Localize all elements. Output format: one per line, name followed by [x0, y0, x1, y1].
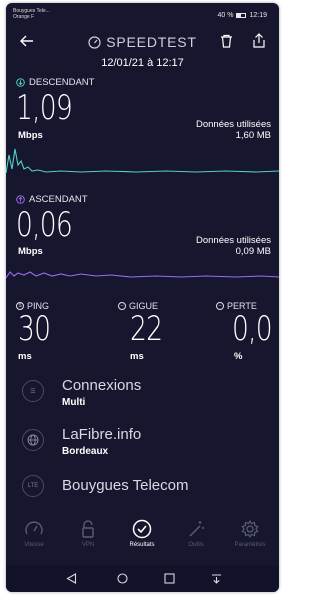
loss-value: 0,0: [232, 309, 273, 349]
nav-settings-label: Paramètres: [234, 542, 266, 548]
loss-unit: %: [234, 351, 243, 362]
nav-results[interactable]: Résultats: [115, 519, 169, 548]
jitter-value: 22: [130, 309, 163, 349]
speedometer-icon: [25, 521, 43, 535]
bottom-navigation: Vitesse VPN Résultats Outils Paramètres: [6, 519, 279, 564]
nav-speed[interactable]: Vitesse: [7, 519, 61, 548]
download-data-value: 1,60 MB: [235, 130, 271, 141]
battery-icon: [236, 13, 247, 18]
globe-icon: [22, 429, 44, 451]
provider-name: Bouygues Telecom: [62, 477, 189, 494]
system-notifications-icon[interactable]: [211, 573, 222, 584]
clock: 12:19: [249, 12, 267, 19]
upload-data-label: Données utilisées: [196, 235, 271, 246]
download-value: 1,09: [16, 88, 73, 128]
nav-settings[interactable]: Paramètres: [223, 519, 277, 548]
download-graph: [6, 148, 279, 174]
system-home-icon[interactable]: [117, 573, 128, 584]
server-location: Bordeaux: [62, 446, 109, 457]
battery-percent: 40 %: [217, 12, 234, 19]
check-circle-icon: [132, 519, 152, 539]
system-recents-icon[interactable]: [164, 573, 175, 584]
upload-graph: [6, 271, 279, 279]
trash-icon: [221, 34, 232, 48]
gear-icon: [241, 519, 259, 539]
lte-badge: LTE: [22, 475, 44, 497]
globe-icon-graphic: [27, 434, 39, 446]
loss-icon: –: [216, 302, 224, 310]
status-carrier: Bouygues Tele... Orange F: [13, 8, 50, 20]
nav-tools[interactable]: Outils: [169, 519, 223, 548]
nav-tools-label: Outils: [188, 542, 204, 548]
download-label-text: DESCENDANT: [29, 77, 95, 88]
download-label: DESCENDANT: [16, 77, 94, 88]
lock-icon: [82, 520, 94, 538]
nav-vpn[interactable]: VPN: [61, 519, 115, 548]
jitter-icon: –: [118, 302, 126, 310]
upload-label: ASCENDANT: [16, 194, 88, 205]
delete-button[interactable]: [220, 34, 233, 48]
page-title: SPEEDTEST: [106, 34, 197, 50]
status-right: 40 % 12:19: [218, 12, 268, 19]
ping-unit: ms: [18, 351, 32, 362]
server-title: LaFibre.info: [62, 426, 142, 443]
operator-name: Orange F: [13, 14, 35, 20]
upload-unit: Mbps: [18, 246, 43, 257]
test-datetime: 12/01/21 à 12:17: [101, 57, 184, 69]
download-data-used: Données utilisées 1,60 MB: [196, 119, 271, 141]
upload-data-used: Données utilisées 0,09 MB: [196, 235, 271, 257]
nav-vpn-label: VPN: [81, 542, 95, 548]
arrow-up-circle-icon: [16, 195, 25, 204]
share-icon: [253, 33, 265, 48]
phone-screen: Bouygues Tele... Orange F 40 % 12:19 SPE…: [6, 3, 279, 592]
upload-value: 0,06: [16, 205, 73, 245]
jitter-unit: ms: [130, 351, 144, 362]
connections-title: Connexions: [62, 377, 142, 394]
download-data-label: Données utilisées: [196, 119, 271, 130]
system-back-icon[interactable]: [66, 573, 77, 584]
ping-value: 30: [18, 309, 51, 349]
gauge-icon: [88, 35, 101, 49]
download-unit: Mbps: [18, 130, 43, 141]
upload-label-text: ASCENDANT: [29, 194, 88, 205]
connections-icon: ☰: [22, 380, 44, 402]
nav-speed-label: Vitesse: [24, 542, 44, 548]
connections-value: Multi: [62, 397, 86, 408]
share-button[interactable]: [252, 33, 266, 48]
header-title: SPEEDTEST: [6, 34, 279, 50]
magic-wand-icon: [189, 521, 204, 537]
arrow-down-circle-icon: [16, 78, 25, 87]
system-navigation: [6, 565, 279, 592]
upload-data-value: 0,09 MB: [235, 246, 271, 257]
nav-results-label: Résultats: [129, 542, 155, 548]
